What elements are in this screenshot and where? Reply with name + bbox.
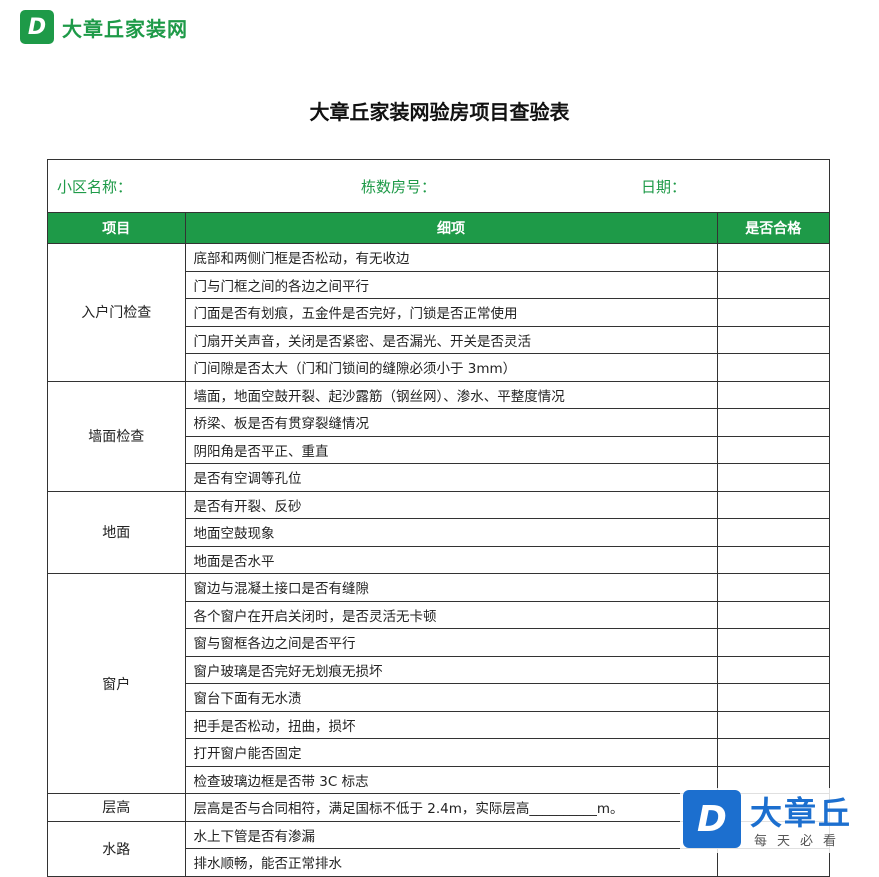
watermark-logo-icon: D bbox=[683, 790, 741, 848]
table-body: 入户门检查 底部和两侧门框是否松动，有无收边 门与门框之间的各边之间平行 门面是否有划… bbox=[48, 243, 829, 877]
detail-cell: 门扇开关声音，关闭是否紧密、是否漏光、开关是否灵活 bbox=[185, 325, 718, 354]
detail-cell: 墙面，地面空鼓开裂、起沙露筋（钢丝网）、渗水、平整度情况 bbox=[184, 380, 718, 409]
pass-cell[interactable] bbox=[716, 380, 829, 409]
pass-cell[interactable] bbox=[716, 683, 829, 712]
detail-cell: 是否有开裂、反砂 bbox=[184, 490, 718, 519]
table-row: 入户门检查 底部和两侧门框是否松动，有无收边 bbox=[48, 243, 829, 382]
date-label: 日期： bbox=[641, 178, 687, 196]
table-header-row: 项目 细项 是否合格 bbox=[48, 213, 829, 244]
pass-cell[interactable] bbox=[716, 573, 829, 602]
brand-logo: D 大章丘家装网 bbox=[20, 10, 188, 44]
logo-icon: D bbox=[20, 10, 54, 44]
detail-cell: 地面空鼓现象 bbox=[185, 518, 718, 547]
detail-cell: 阴阳角是否平正、重直 bbox=[185, 435, 718, 464]
pass-cell[interactable] bbox=[716, 600, 829, 629]
inspection-sheet: 小区名称： 栋数房号： 日期： 项目 细项 是否合格 入户门检查 底部和两侧门框是… bbox=[47, 159, 830, 877]
detail-cell: 检查玻璃边框是否带 3C 标志 bbox=[185, 765, 718, 794]
info-row: 小区名称： 栋数房号： 日期： bbox=[48, 160, 829, 213]
pass-cell[interactable] bbox=[716, 518, 829, 547]
pass-cell[interactable] bbox=[716, 710, 829, 739]
pass-cell[interactable] bbox=[716, 628, 829, 657]
detail-cell: 打开窗户能否固定 bbox=[185, 738, 718, 767]
table-row: 墙面检查 墙面，地面空鼓开裂、起沙露筋（钢丝网）、渗水、平整度情况 bbox=[48, 380, 829, 492]
brand-name: 大章丘家装网 bbox=[62, 16, 188, 41]
header-detail: 细项 bbox=[184, 213, 718, 244]
category-cell: 窗户 bbox=[48, 573, 186, 794]
pass-cell[interactable] bbox=[716, 243, 829, 272]
detail-cell: 窗户玻璃是否完好无划痕无损坏 bbox=[185, 655, 718, 684]
pass-cell[interactable] bbox=[716, 655, 829, 684]
watermark: D 大章丘 每天必看 bbox=[680, 788, 879, 853]
inspection-table: 项目 细项 是否合格 入户门检查 底部和两侧门框是否松动，有无收边 门与门框之间的各… bbox=[48, 213, 829, 877]
pass-cell[interactable] bbox=[716, 298, 829, 327]
watermark-slogan: 每天必看 bbox=[754, 834, 847, 849]
detail-cell: 桥梁、板是否有贯穿裂缝情况 bbox=[185, 408, 718, 437]
header-item: 项目 bbox=[48, 213, 186, 244]
detail-cell: 把手是否松动，扭曲，损坏 bbox=[185, 710, 718, 739]
detail-cell: 地面是否水平 bbox=[185, 545, 718, 574]
detail-cell: 窗与窗框各边之间是否平行 bbox=[185, 628, 718, 657]
pass-cell[interactable] bbox=[716, 270, 829, 299]
pass-cell[interactable] bbox=[716, 738, 829, 767]
category-cell: 水路 bbox=[48, 820, 186, 877]
community-label: 小区名称： bbox=[57, 178, 133, 196]
watermark-brand: 大章丘 bbox=[750, 794, 853, 832]
detail-cell: 水上下管是否有渗漏 bbox=[184, 820, 718, 849]
pass-cell[interactable] bbox=[716, 435, 829, 464]
pass-cell[interactable] bbox=[716, 325, 829, 354]
pass-cell[interactable] bbox=[716, 490, 829, 519]
detail-cell: 门面是否有划痕，五金件是否完好，门锁是否正常使用 bbox=[185, 298, 718, 327]
detail-cell: 是否有空调等孔位 bbox=[185, 463, 718, 492]
detail-cell: 窗边与混凝土接口是否有缝隙 bbox=[184, 573, 718, 602]
building-label: 栋数房号： bbox=[361, 178, 437, 196]
detail-cell: 层高是否与合同相符，满足国标不低于 2.4m，实际层高__________m。 bbox=[184, 793, 718, 822]
category-cell: 墙面检查 bbox=[48, 380, 186, 492]
detail-cell: 窗台下面有无水渍 bbox=[185, 683, 718, 712]
detail-cell: 门间隙是否太大（门和门锁间的缝隙必须小于 3mm） bbox=[185, 353, 718, 382]
detail-cell: 底部和两侧门框是否松动，有无收边 bbox=[184, 243, 718, 272]
pass-cell[interactable] bbox=[716, 408, 829, 437]
header-pass: 是否合格 bbox=[716, 213, 829, 244]
table-row: 窗户 窗边与混凝土接口是否有缝隙 bbox=[48, 573, 829, 794]
category-cell: 地面 bbox=[48, 490, 186, 574]
category-cell: 层高 bbox=[48, 793, 186, 822]
detail-cell: 门与门框之间的各边之间平行 bbox=[185, 270, 718, 299]
pass-cell[interactable] bbox=[716, 353, 829, 382]
category-cell: 入户门检查 bbox=[48, 243, 186, 382]
page-title: 大章丘家装网验房项目查验表 bbox=[309, 100, 570, 124]
table-row: 地面 是否有开裂、反砂 bbox=[48, 490, 829, 574]
pass-cell[interactable] bbox=[716, 545, 829, 574]
pass-cell[interactable] bbox=[716, 463, 829, 492]
detail-cell: 各个窗户在开启关闭时，是否灵活无卡顿 bbox=[185, 600, 718, 629]
